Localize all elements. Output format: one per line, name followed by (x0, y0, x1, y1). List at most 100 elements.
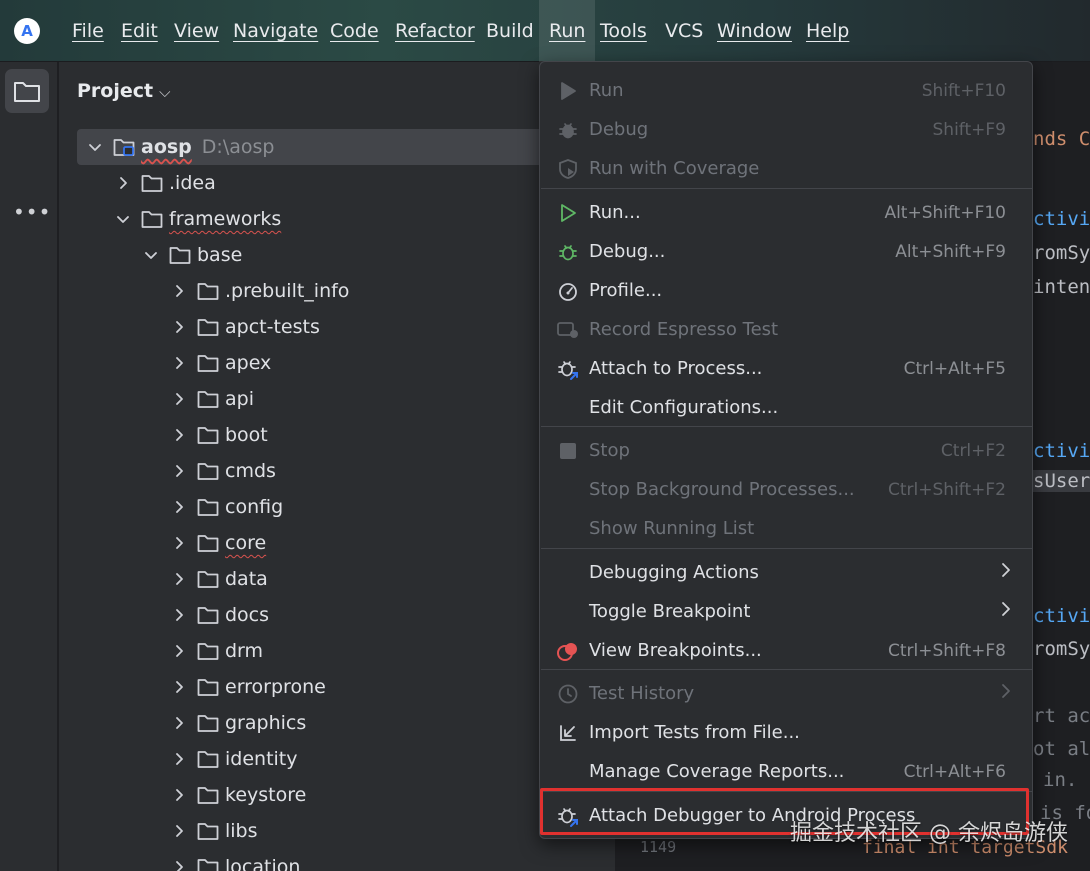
tree-item[interactable]: location (77, 849, 617, 871)
tree-item[interactable]: config (77, 489, 617, 525)
chevron-right-icon[interactable] (169, 713, 189, 733)
chevron-right-icon[interactable] (169, 389, 189, 409)
tree-item[interactable]: apex (77, 345, 617, 381)
menu-item-edit-configurations[interactable]: Edit Configurations... (540, 388, 1032, 427)
tree-item[interactable]: core (77, 525, 617, 561)
menu-item-show-running-list[interactable]: Show Running List (540, 509, 1032, 548)
menu-item-view-breakpoints[interactable]: View Breakpoints... Ctrl+Shift+F8 (540, 631, 1032, 670)
folder-icon (197, 749, 225, 769)
chevron-right-icon[interactable] (169, 425, 189, 445)
chevron-down-icon[interactable] (141, 245, 161, 265)
menu-item-label: Stop (589, 440, 630, 461)
menu-item-shortcut: Alt+Shift+F10 (884, 202, 1006, 223)
menu-item-debugging-actions[interactable]: Debugging Actions (540, 553, 1032, 592)
code-fragment: romSy (1033, 638, 1090, 660)
tree-item[interactable]: docs (77, 597, 617, 633)
menu-item-label: View Breakpoints... (589, 640, 762, 661)
tree-item[interactable]: errorprone (77, 669, 617, 705)
menu-item-run-dialog[interactable]: Run... Alt+Shift+F10 (540, 193, 1032, 232)
menu-item-label: Show Running List (589, 518, 755, 539)
tree-item[interactable]: boot (77, 417, 617, 453)
chevron-right-icon[interactable] (169, 821, 189, 841)
tree-root-aosp[interactable]: aosp D:\aosp (77, 129, 617, 165)
menu-view[interactable]: View (174, 0, 219, 62)
tree-item[interactable]: .prebuilt_info (77, 273, 617, 309)
menu-item-stop-background-processes[interactable]: Stop Background Processes... Ctrl+Shift+F… (540, 470, 1032, 509)
chevron-down-icon[interactable] (85, 137, 105, 157)
menu-run[interactable]: Run (539, 0, 596, 62)
tree-item[interactable]: apct-tests (77, 309, 617, 345)
menu-item-profile[interactable]: Profile... (540, 271, 1032, 310)
tree-item[interactable]: frameworks (77, 201, 617, 237)
menu-item-record-espresso-test[interactable]: Record Espresso Test (540, 310, 1032, 349)
chevron-right-icon[interactable] (169, 677, 189, 697)
chevron-right-icon[interactable] (169, 281, 189, 301)
menu-item-run[interactable]: Run Shift+F10 (540, 71, 1032, 110)
menu-item-test-history[interactable]: Test History (540, 674, 1032, 713)
tree-item-label: api (225, 388, 254, 410)
menu-code[interactable]: Code (330, 0, 379, 62)
code-fragment: nds C (1033, 128, 1090, 150)
chevron-right-icon (1000, 683, 1012, 704)
tree-item[interactable]: graphics (77, 705, 617, 741)
chevron-right-icon[interactable] (169, 785, 189, 805)
tree-item[interactable]: identity (77, 741, 617, 777)
tree-item-label: .idea (169, 172, 216, 194)
tree-item-label: base (197, 244, 243, 266)
menu-item-label: Profile... (589, 280, 663, 301)
chevron-right-icon[interactable] (169, 857, 189, 871)
chevron-right-icon[interactable] (169, 461, 189, 481)
menu-help[interactable]: Help (806, 0, 849, 62)
menu-navigate[interactable]: Navigate (233, 0, 318, 62)
menu-window[interactable]: Window (717, 0, 792, 62)
tree-item[interactable]: base (77, 237, 617, 273)
chevron-down-icon[interactable] (113, 209, 133, 229)
menu-item-debug-dialog[interactable]: Debug... Alt+Shift+F9 (540, 232, 1032, 271)
menu-separator (541, 548, 1033, 549)
menu-refactor[interactable]: Refactor (395, 0, 475, 62)
menu-item-attach-to-process[interactable]: Attach to Process... Ctrl+Alt+F5 (540, 349, 1032, 388)
menu-item-label: Attach to Process... (589, 358, 763, 379)
attach-bug-icon (556, 804, 580, 828)
project-view-selector[interactable]: Project ⌵ (77, 80, 170, 102)
folder-icon (197, 857, 225, 871)
menu-item-manage-coverage-reports[interactable]: Manage Coverage Reports... Ctrl+Alt+F6 (540, 752, 1032, 791)
chevron-right-icon[interactable] (169, 605, 189, 625)
project-tool-button[interactable] (5, 69, 49, 113)
chevron-right-icon[interactable] (113, 173, 133, 193)
tree-item-label: cmds (225, 460, 276, 482)
tree-item[interactable]: data (77, 561, 617, 597)
tree-item[interactable]: keystore (77, 777, 617, 813)
folder-icon (197, 641, 225, 661)
chevron-right-icon[interactable] (169, 317, 189, 337)
tree-item[interactable]: cmds (77, 453, 617, 489)
chevron-right-icon[interactable] (169, 533, 189, 553)
menu-item-stop[interactable]: Stop Ctrl+F2 (540, 431, 1032, 470)
menu-file[interactable]: File (72, 0, 104, 62)
folder-icon (197, 533, 225, 553)
tree-item[interactable]: .idea (77, 165, 617, 201)
chevron-right-icon[interactable] (169, 497, 189, 517)
menu-vcs[interactable]: VCS (665, 0, 703, 62)
chevron-right-icon[interactable] (169, 353, 189, 373)
menu-edit[interactable]: Edit (121, 0, 158, 62)
tree-item[interactable]: api (77, 381, 617, 417)
menu-item-import-tests-from-file[interactable]: Import Tests from File... (540, 713, 1032, 752)
tree-item[interactable]: libs (77, 813, 617, 849)
tree-item-label: frameworks (169, 208, 282, 230)
menu-tools[interactable]: Tools (600, 0, 647, 62)
chevron-right-icon[interactable] (169, 569, 189, 589)
tree-item[interactable]: drm (77, 633, 617, 669)
chevron-right-icon[interactable] (169, 749, 189, 769)
tree-item-label: boot (225, 424, 268, 446)
code-fragment: romSy (1033, 242, 1090, 264)
menu-build[interactable]: Build (486, 0, 534, 62)
menu-item-run-with-coverage[interactable]: Run with Coverage (540, 149, 1032, 188)
menu-item-debug[interactable]: Debug Shift+F9 (540, 110, 1032, 149)
menu-item-toggle-breakpoint[interactable]: Toggle Breakpoint (540, 592, 1032, 631)
more-tools-icon[interactable]: ••• (13, 202, 51, 222)
chevron-right-icon[interactable] (169, 641, 189, 661)
menu-item-label: Test History (589, 683, 695, 704)
menu-item-label: Run... (589, 202, 641, 223)
menu-item-shortcut: Shift+F10 (921, 80, 1006, 101)
